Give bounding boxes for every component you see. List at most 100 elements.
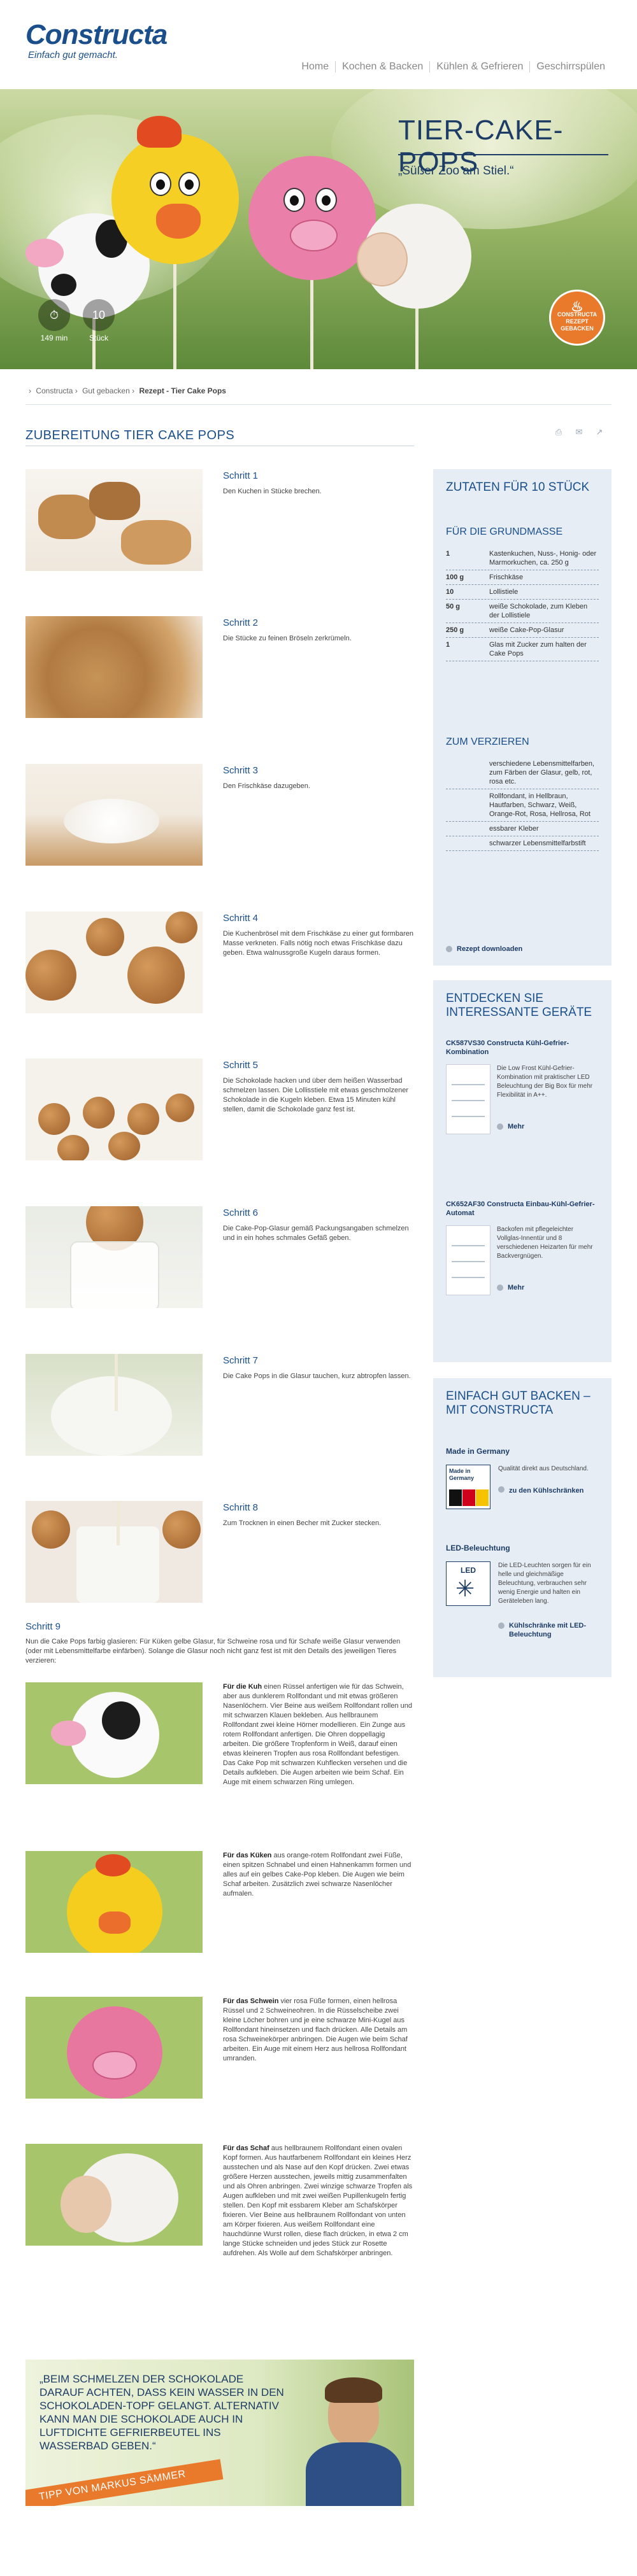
ingredient-amount bbox=[446, 824, 489, 833]
flag-stripe bbox=[449, 1489, 462, 1506]
nav-item-home[interactable]: Home bbox=[295, 61, 335, 73]
recipe-stats: ⏱ 149 min 10 Stück bbox=[32, 299, 121, 342]
arrow-icon bbox=[497, 1284, 503, 1291]
more-label: Mehr bbox=[508, 1123, 525, 1130]
chef-hair bbox=[325, 2377, 382, 2403]
features-panel: EINFACH GUT BACKEN – MIT CONSTRUCTA Made… bbox=[433, 1378, 612, 1677]
pig-eye bbox=[315, 188, 337, 212]
feature-link-label: zu den Kühlschränken bbox=[509, 1487, 584, 1495]
chick-beak bbox=[99, 1911, 131, 1934]
cow-spot bbox=[102, 1701, 140, 1740]
ingredient-amount: 250 g bbox=[446, 626, 464, 634]
ingredient-row: 100 g Frischkäse bbox=[446, 570, 599, 585]
led-icon: LED ✳ bbox=[446, 1561, 490, 1606]
sheep-head bbox=[61, 2176, 111, 2233]
device-card[interactable]: CK587VS30 Constructa Kühl-Gefrier-Kombin… bbox=[446, 1039, 599, 1134]
ingredient-name: Kastenkuchen, Nuss-, Honig- oder Marmork… bbox=[489, 550, 597, 567]
arrow-icon bbox=[498, 1486, 505, 1493]
ingredient-name: Rollfondant, in Hellbraun, Hautfarben, S… bbox=[489, 792, 590, 818]
recipe-step: Schritt 8 Zum Trocknen in einen Becher m… bbox=[25, 1501, 414, 1603]
device-card[interactable]: CK652AF30 Constructa Einbau-Kühl-Gefrier… bbox=[446, 1200, 599, 1295]
recipe-step: Schritt 5 Die Schokolade hacken und über… bbox=[25, 1059, 414, 1160]
fridge-image bbox=[446, 1064, 490, 1134]
dough-ball bbox=[57, 1135, 89, 1160]
ingredient-name: schwarzer Lebensmittelfarbstift bbox=[489, 840, 586, 847]
sheep-head bbox=[357, 232, 408, 286]
feature-description: Qualität direkt aus Deutschland. bbox=[498, 1465, 589, 1472]
stat-servings-value: 10 bbox=[83, 299, 115, 331]
step-text: Die Cake Pops in die Glasur tauchen, kur… bbox=[223, 1372, 411, 1380]
print-icon[interactable]: ⎙ bbox=[553, 427, 564, 439]
step-title: Schritt 7 bbox=[223, 1355, 259, 1366]
lolly-stick bbox=[115, 1354, 118, 1411]
brand-logo[interactable]: Constructa Einfach gut gemacht. bbox=[25, 19, 168, 60]
tip-author: TIPP VON MARKUS SÄMMER bbox=[38, 2468, 187, 2503]
stat-servings: 10 Stück bbox=[76, 299, 121, 342]
ingredient-row: 50 g weiße Schokolade, zum Kleben der Lol… bbox=[446, 600, 599, 623]
stat-servings-label: Stück bbox=[89, 334, 108, 342]
device-more-link[interactable]: Mehr bbox=[497, 1284, 524, 1292]
device-description: Backofen mit pflegeleichter Vollglas-Inn… bbox=[497, 1226, 593, 1260]
step-photo-dough-balls bbox=[25, 911, 203, 1013]
device-title[interactable]: CK652AF30 Constructa Einbau-Kühl-Gefrier… bbox=[446, 1200, 599, 1218]
pig-snout bbox=[92, 2051, 137, 2080]
feature-link[interactable]: Kühlschränke mit LED-Beleuchtung bbox=[498, 1621, 599, 1639]
breadcrumb-item-gut-gebacken[interactable]: Gut gebacken bbox=[82, 386, 130, 395]
animal-text: Für das Schaf aus hellbraunem Rollfondan… bbox=[223, 2144, 414, 2258]
animal-text: Für die Kuh einen Rüssel anfertigen wie … bbox=[223, 1682, 414, 1787]
dough-ball bbox=[127, 947, 185, 1004]
recipe-download-link[interactable]: Rezept downloaden bbox=[446, 945, 522, 953]
cow-ear bbox=[25, 239, 64, 267]
nav-item-kochen-backen[interactable]: Kochen & Backen bbox=[335, 61, 429, 73]
step-title: Schritt 9 bbox=[25, 1621, 61, 1632]
animal-description: vier rosa Füße formen, einen hellrosa Rü… bbox=[223, 1997, 408, 2062]
arrow-icon bbox=[497, 1123, 503, 1130]
step-text: Die Stücke zu feinen Bröseln zerkrümeln. bbox=[223, 635, 352, 642]
breadcrumb-item-constructa[interactable]: Constructa bbox=[36, 386, 73, 395]
sheep-photo bbox=[25, 2144, 203, 2246]
badge-text: CONSTRUCTA REZEPT GEBACKEN bbox=[557, 311, 598, 332]
step-title: Schritt 1 bbox=[223, 470, 259, 481]
ingredient-name: essbarer Kleber bbox=[489, 825, 539, 833]
step-title: Schritt 2 bbox=[223, 617, 259, 628]
fridge-shelf bbox=[452, 1100, 485, 1101]
breadcrumb-arrow-icon: › bbox=[132, 386, 135, 395]
step-title: Schritt 3 bbox=[223, 765, 259, 776]
arrow-icon bbox=[446, 946, 452, 952]
more-label: Mehr bbox=[508, 1284, 525, 1292]
step-text: Die Schokolade hacken und über dem heiße… bbox=[223, 1077, 409, 1113]
chick-eye bbox=[150, 172, 171, 196]
lolly-stick bbox=[310, 277, 313, 369]
nav-item-kuehlen-gefrieren[interactable]: Kühlen & Gefrieren bbox=[429, 61, 529, 73]
ingredient-row: Rollfondant, in Hellbraun, Hautfarben, S… bbox=[446, 789, 599, 822]
made-in-germany-icon: Made in Germany bbox=[446, 1465, 490, 1509]
step-photo-crumbs bbox=[25, 616, 203, 718]
pig-photo bbox=[25, 1997, 203, 2099]
device-description: Die Low Frost Kühl-Gefrier-Kombination m… bbox=[497, 1065, 593, 1099]
nav-item-geschirrspuelen[interactable]: Geschirrspülen bbox=[529, 61, 612, 73]
devices-panel: ENTDECKEN SIE INTERESSANTE GERÄTE CK587V… bbox=[433, 980, 612, 1362]
badge-text: Made in Germany bbox=[449, 1468, 475, 1481]
ingredient-name: weiße Cake-Pop-Glasur bbox=[489, 626, 564, 634]
animal-description: einen Rüssel anfertigen wie für das Schw… bbox=[223, 1683, 412, 1786]
ingredient-name: Frischkäse bbox=[489, 574, 524, 581]
animal-text: Für das Schwein vier rosa Füße formen, e… bbox=[223, 1997, 414, 2064]
sheep-cake-pop-image bbox=[357, 204, 471, 309]
device-more-link[interactable]: Mehr bbox=[497, 1123, 524, 1130]
light-burst-icon: ✳ bbox=[455, 1575, 475, 1601]
ingredient-row: 1 Kastenkuchen, Nuss-, Honig- oder Marmor… bbox=[446, 547, 599, 570]
recipe-step: Schritt 3 Den Frischkäse dazugeben. bbox=[25, 764, 414, 866]
device-title[interactable]: CK587VS30 Constructa Kühl-Gefrier-Kombin… bbox=[446, 1039, 599, 1057]
feature-link[interactable]: zu den Kühlschränken bbox=[498, 1486, 583, 1495]
breadcrumb-item-current: Rezept - Tier Cake Pops bbox=[139, 386, 226, 395]
dough-ball bbox=[162, 1510, 201, 1549]
lolly-stick bbox=[173, 261, 176, 369]
chick-eye bbox=[178, 172, 200, 196]
share-icon[interactable]: ↗ bbox=[594, 427, 605, 439]
lolly-stick bbox=[415, 306, 419, 369]
fridge-shelf bbox=[452, 1116, 485, 1117]
mail-icon[interactable]: ✉ bbox=[573, 427, 585, 439]
ingredient-row: schwarzer Lebensmittelfarbstift bbox=[446, 836, 599, 851]
cake-icon: ♨ bbox=[571, 299, 583, 314]
download-label: Rezept downloaden bbox=[457, 945, 523, 953]
